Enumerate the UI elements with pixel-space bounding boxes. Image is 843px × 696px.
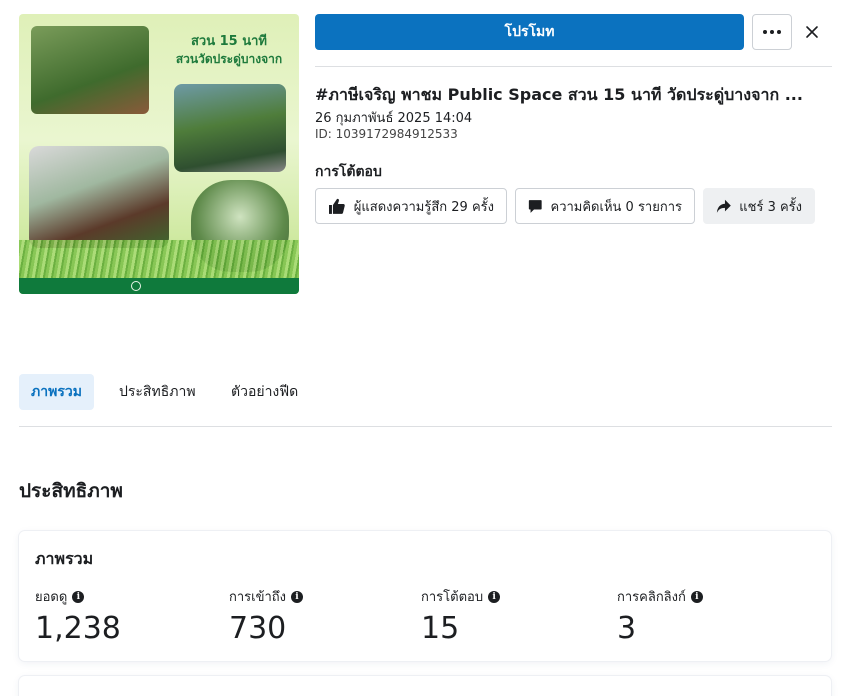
info-icon[interactable]: i xyxy=(291,590,304,603)
close-button[interactable] xyxy=(800,18,824,46)
metric-engagement: การโต้ตอบ i 15 xyxy=(421,586,501,646)
post-title: #ภาษีเจริญ พาชม Public Space สวน 15 นาที… xyxy=(315,85,803,104)
more-options-button[interactable] xyxy=(752,14,792,50)
metric-views-value: 1,238 xyxy=(35,611,121,646)
metric-reach-label: การเข้าถึง xyxy=(229,590,287,605)
more-dots-icon xyxy=(763,30,781,34)
post-thumbnail[interactable]: สวน 15 นาที สวนวัดประดู่บางจาก xyxy=(19,14,299,294)
overview-card: ภาพรวม ยอดดู i 1,238 การเข้าถึง i 730 กา… xyxy=(19,531,831,661)
metric-reach-value: 730 xyxy=(229,611,287,646)
metric-link-clicks-label: การคลิกลิงก์ xyxy=(617,590,686,605)
reactions-button[interactable]: ผู้แสดงความรู้สึก 29 ครั้ง xyxy=(315,188,507,224)
metric-engagement-value: 15 xyxy=(421,611,460,646)
thumbs-up-icon xyxy=(328,198,345,214)
tabs-divider xyxy=(19,426,832,427)
metric-link-clicks-value: 3 xyxy=(617,611,637,646)
info-icon[interactable]: i xyxy=(488,590,501,603)
promote-button[interactable]: โปรโมท xyxy=(315,14,744,50)
tab-performance[interactable]: ประสิทธิภาพ xyxy=(107,374,208,410)
shares-label: แชร์ 3 ครั้ง xyxy=(739,199,802,215)
metric-reach: การเข้าถึง i 730 xyxy=(229,586,304,646)
tab-overview[interactable]: ภาพรวม xyxy=(19,374,94,410)
post-date: 26 กุมภาพันธ์ 2025 14:04 xyxy=(315,111,473,126)
comment-icon xyxy=(528,199,542,213)
share-arrow-icon xyxy=(716,199,731,213)
post-id: ID: 1039172984912533 xyxy=(315,127,458,141)
info-icon[interactable]: i xyxy=(72,590,85,603)
performance-section-title: ประสิทธิภาพ xyxy=(19,480,123,502)
reactions-label: ผู้แสดงความรู้สึก 29 ครั้ง xyxy=(353,199,494,215)
close-icon xyxy=(806,26,818,38)
thumbnail-caption-line2: สวนวัดประดู่บางจาก xyxy=(175,52,283,66)
metric-views-label: ยอดดู xyxy=(35,590,68,605)
thumbnail-photo-pavilion xyxy=(29,146,169,248)
thumbnail-logo-icon xyxy=(131,281,141,291)
tab-feed-preview[interactable]: ตัวอย่างฟีด xyxy=(219,374,310,410)
metric-engagement-label: การโต้ตอบ xyxy=(421,590,484,605)
metric-link-clicks: การคลิกลิงก์ i 3 xyxy=(617,586,703,646)
shares-button[interactable]: แชร์ 3 ครั้ง xyxy=(703,188,815,224)
thumbnail-photo-path xyxy=(174,84,286,172)
thumbnail-grass-decoration xyxy=(19,240,299,278)
next-card xyxy=(19,676,831,696)
thumbnail-photo-pergola xyxy=(31,26,149,114)
comments-label: ความคิดเห็น 0 รายการ xyxy=(550,199,683,215)
thumbnail-footer-bar xyxy=(19,278,299,294)
engagement-title: การโต้ตอบ xyxy=(315,164,382,180)
metric-views: ยอดดู i 1,238 xyxy=(35,586,121,646)
thumbnail-caption-line1: สวน 15 นาที xyxy=(190,34,268,49)
overview-card-title: ภาพรวม xyxy=(35,549,94,568)
header-divider xyxy=(315,66,832,67)
info-icon[interactable]: i xyxy=(690,590,703,603)
comments-button[interactable]: ความคิดเห็น 0 รายการ xyxy=(515,188,695,224)
